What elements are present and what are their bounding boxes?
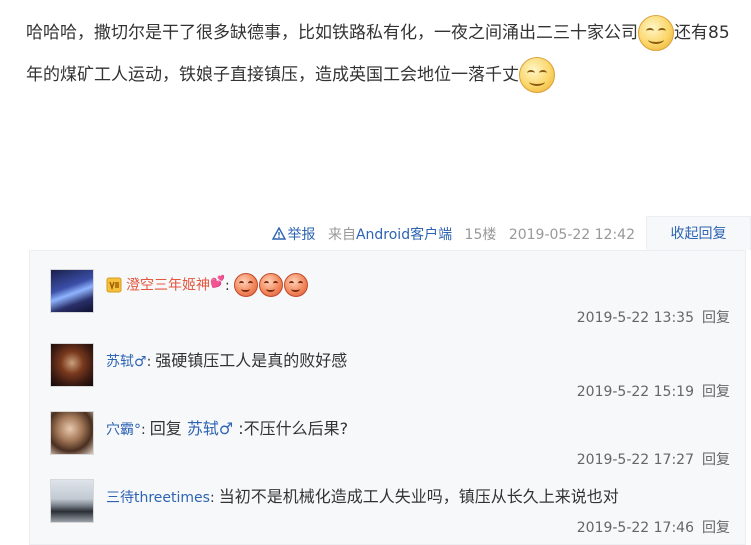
reply-datetime: 2019-5-22 15:19 <box>576 384 694 400</box>
reply-meta: 2019-5-22 15:19 回复 <box>577 381 730 401</box>
post-datetime: 2019-05-22 12:42 <box>508 227 635 243</box>
reply-text: 当初不是机械化造成工人失业吗，镇压从长久上来说也对 <box>218 487 619 506</box>
smile-emoji-icon <box>638 15 674 51</box>
username-link[interactable]: 三待threetimes <box>106 490 210 506</box>
colon: : <box>224 277 230 294</box>
avatar[interactable] <box>50 269 94 313</box>
reply-button[interactable]: 回复 <box>702 520 730 536</box>
reply-datetime: 2019-5-22 17:46 <box>576 520 694 536</box>
reply-datetime: 2019-5-22 17:27 <box>576 452 694 468</box>
list-item: 穴霸°: 回复 苏轼♂ :不压什么后果? 2019-5-22 17:27 回复 <box>50 411 730 477</box>
reply-text: 强硬镇压工人是真的败好感 <box>155 351 348 370</box>
angry-emoji-icon <box>258 273 283 297</box>
colon: : <box>209 490 215 506</box>
reply-list: 澄空三年姬神💕: 2019-5-22 13:35 回复 苏轼♂: 强硬镇压工人是真的… <box>29 250 746 545</box>
colon: : <box>141 422 146 438</box>
warning-icon <box>271 227 286 240</box>
avatar[interactable] <box>50 411 94 455</box>
client-link[interactable]: Android客户端 <box>356 227 452 243</box>
reply-text: :不压什么后果? <box>238 419 349 438</box>
username-link[interactable]: 穴霸° <box>106 422 141 438</box>
post-text-part1: 哈哈哈，撒切尔是干了很多缺德事，比如铁路私有化，一夜之间涌出二三十家公司 <box>26 23 638 43</box>
report-label: 举报 <box>287 227 316 243</box>
floor-number: 15楼 <box>464 227 497 243</box>
colon: : <box>146 354 152 370</box>
reply-button[interactable]: 回复 <box>702 452 730 468</box>
heart-icon: 💕 <box>210 274 225 289</box>
reply-button[interactable]: 回复 <box>702 384 730 400</box>
list-item: 澄空三年姬神💕: 2019-5-22 13:35 回复 <box>50 269 730 335</box>
reply-prefix: 回复 <box>149 419 182 438</box>
reply-datetime: 2019-5-22 13:35 <box>576 310 694 326</box>
post-meta-bar: 举报 来自Android客户端 15楼 2019-05-22 12:42 收起回… <box>0 216 751 250</box>
list-item: 苏轼♂: 强硬镇压工人是真的败好感 2019-5-22 15:19 回复 <box>50 343 730 409</box>
source-info: 来自Android客户端 <box>328 227 452 243</box>
avatar[interactable] <box>50 343 94 387</box>
source-prefix: 来自 <box>327 227 356 243</box>
collapse-replies-button[interactable]: 收起回复 <box>646 216 751 250</box>
post-meta-info: 举报 来自Android客户端 15楼 2019-05-22 12:42 <box>271 224 635 244</box>
reply-content: 苏轼♂: 强硬镇压工人是真的败好感 <box>106 347 347 371</box>
reply-meta: 2019-5-22 17:27 回复 <box>577 449 730 469</box>
list-item: 三待threetimes: 当初不是机械化造成工人失业吗，镇压从长久上来说也对 2… <box>50 479 730 545</box>
vip-badge-icon <box>106 277 122 292</box>
reply-content: 澄空三年姬神💕: <box>106 273 309 297</box>
reply-content: 穴霸°: 回复 苏轼♂ :不压什么后果? <box>106 415 348 439</box>
angry-emoji-icon <box>283 273 308 297</box>
reply-button[interactable]: 回复 <box>702 310 730 326</box>
angry-emoji-icon <box>233 273 258 297</box>
report-link[interactable]: 举报 <box>271 227 320 243</box>
username-link[interactable]: 苏轼♂ <box>106 354 147 370</box>
reply-meta: 2019-5-22 13:35 回复 <box>577 307 730 327</box>
post-content: 哈哈哈，撒切尔是干了很多缺德事，比如铁路私有化，一夜之间涌出二三十家公司 还有85… <box>26 12 738 96</box>
smile-emoji-icon <box>519 57 555 93</box>
reply-meta: 2019-5-22 17:46 回复 <box>577 517 730 537</box>
reply-content: 三待threetimes: 当初不是机械化造成工人失业吗，镇压从长久上来说也对 <box>106 483 619 507</box>
username-link[interactable]: 澄空三年姬神 <box>126 278 210 294</box>
avatar[interactable] <box>50 479 94 523</box>
mentioned-user-link[interactable]: 苏轼♂ <box>187 419 233 438</box>
